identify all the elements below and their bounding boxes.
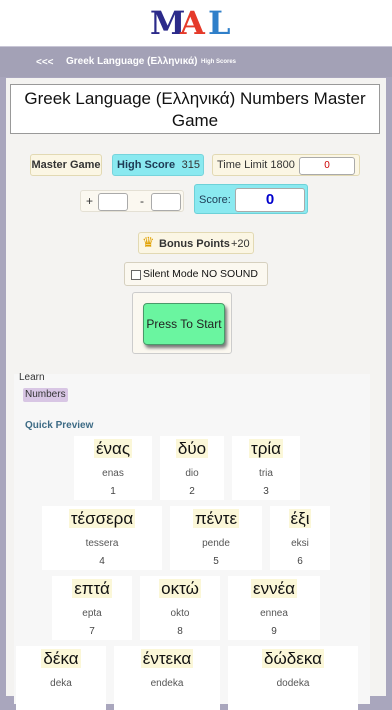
bonus-label: Bonus Points [159,238,230,250]
transliteration: eksi [291,538,309,549]
greek-word: τρία [249,439,283,458]
plus-input[interactable] [98,193,128,211]
time-limit-label: Time Limit 1800 [217,159,295,171]
learn-section: Learn Numbers Quick Preview ένας enas 1 … [14,372,370,710]
number-value: 1 [110,486,116,497]
number-card[interactable]: δύο dio 2 [160,436,224,500]
high-score-badge: High Score 315 [112,154,204,176]
transliteration: dio [185,468,199,479]
learn-label: Learn [19,372,45,383]
number-value: 3 [263,486,269,497]
nav-bar: <<< Greek Language (Ελληνικά) High Score… [0,47,392,77]
main-content: Greek Language (Ελληνικά) Numbers Master… [6,78,386,710]
number-value: 8 [177,626,183,637]
greek-word: επτά [72,579,112,598]
numbers-category-tag[interactable]: Numbers [23,388,68,402]
greek-word: οκτώ [159,579,201,598]
greek-word: έντεκα [140,649,194,668]
greek-word: έξι [288,509,312,528]
greek-word: πέντε [192,509,240,528]
high-score-label: High Score [117,159,176,171]
high-scores-link[interactable]: High Scores [201,59,236,65]
number-card[interactable]: επτά epta 7 [52,576,132,640]
time-value: 0 [299,157,355,175]
header-bar: M A L [0,0,392,47]
transliteration: enas [102,468,124,479]
number-card[interactable]: τέσσερα tessera 4 [42,506,162,570]
mal-logo: M A L [150,4,242,42]
number-value: 4 [99,556,105,567]
number-card[interactable]: έντεκα endeka [114,646,220,710]
minus-sign: - [140,194,144,208]
number-card[interactable]: έξι eksi 6 [270,506,330,570]
minus-input[interactable] [151,193,181,211]
nav-title: Greek Language (Ελληνικά) [66,56,198,67]
number-card[interactable]: δώδεκα dodeka [228,646,358,710]
number-value: 5 [213,556,219,567]
silent-mode-label: Silent Mode NO SOUND [143,268,258,280]
transliteration: dodeka [276,678,310,689]
greek-word: ένας [93,439,133,458]
greek-word: τέσσερα [68,509,136,528]
number-card[interactable]: ένας enas 1 [74,436,152,500]
mode-badge: Master Game [30,154,102,176]
bonus-value: +20 [231,238,250,250]
number-value: 9 [271,626,277,637]
transliteration: epta [82,608,102,619]
greek-word: εννέα [251,579,297,598]
number-card[interactable]: τρία tria 3 [232,436,300,500]
crown-icon: ♛ [142,234,155,250]
transliteration: okto [170,608,190,619]
answer-controls: + - [80,190,184,212]
score-label: Score: [199,194,231,206]
high-score-value: 315 [181,159,200,171]
transliteration: tessera [85,538,119,549]
bonus-points-badge: ♛ Bonus Points +20 [138,232,254,254]
number-card[interactable]: δέκα deka [16,646,106,710]
number-value: 2 [189,486,195,497]
quick-preview-label: Quick Preview [25,420,94,431]
start-button-frame: Press To Start [132,292,232,354]
number-card[interactable]: εννέα ennea 9 [228,576,320,640]
silent-mode-checkbox[interactable] [131,270,141,280]
start-button[interactable]: Press To Start [143,303,225,345]
transliteration: endeka [150,678,184,689]
number-value: 6 [297,556,303,567]
transliteration: tria [259,468,273,479]
time-limit-badge: Time Limit 1800 0 [212,154,360,176]
number-card[interactable]: πέντε pende 5 [170,506,262,570]
number-card[interactable]: οκτώ okto 8 [140,576,220,640]
silent-mode-toggle[interactable]: Silent Mode NO SOUND [124,262,268,286]
greek-word: δύο [175,439,209,458]
score-value: 0 [235,188,305,212]
greek-word: δώδεκα [262,649,324,668]
score-box: Score: 0 [194,184,308,214]
logo-letter-l: L [208,4,232,42]
plus-sign: + [86,194,94,208]
logo-letter-a: A [180,4,206,42]
page-title: Greek Language (Ελληνικά) Numbers Master… [24,89,366,130]
transliteration: ennea [260,608,288,619]
greek-word: δέκα [41,649,81,668]
page-title-box: Greek Language (Ελληνικά) Numbers Master… [10,84,380,134]
transliteration: pende [202,538,230,549]
back-link[interactable]: <<< [36,57,54,68]
transliteration: deka [50,678,72,689]
number-value: 7 [89,626,95,637]
